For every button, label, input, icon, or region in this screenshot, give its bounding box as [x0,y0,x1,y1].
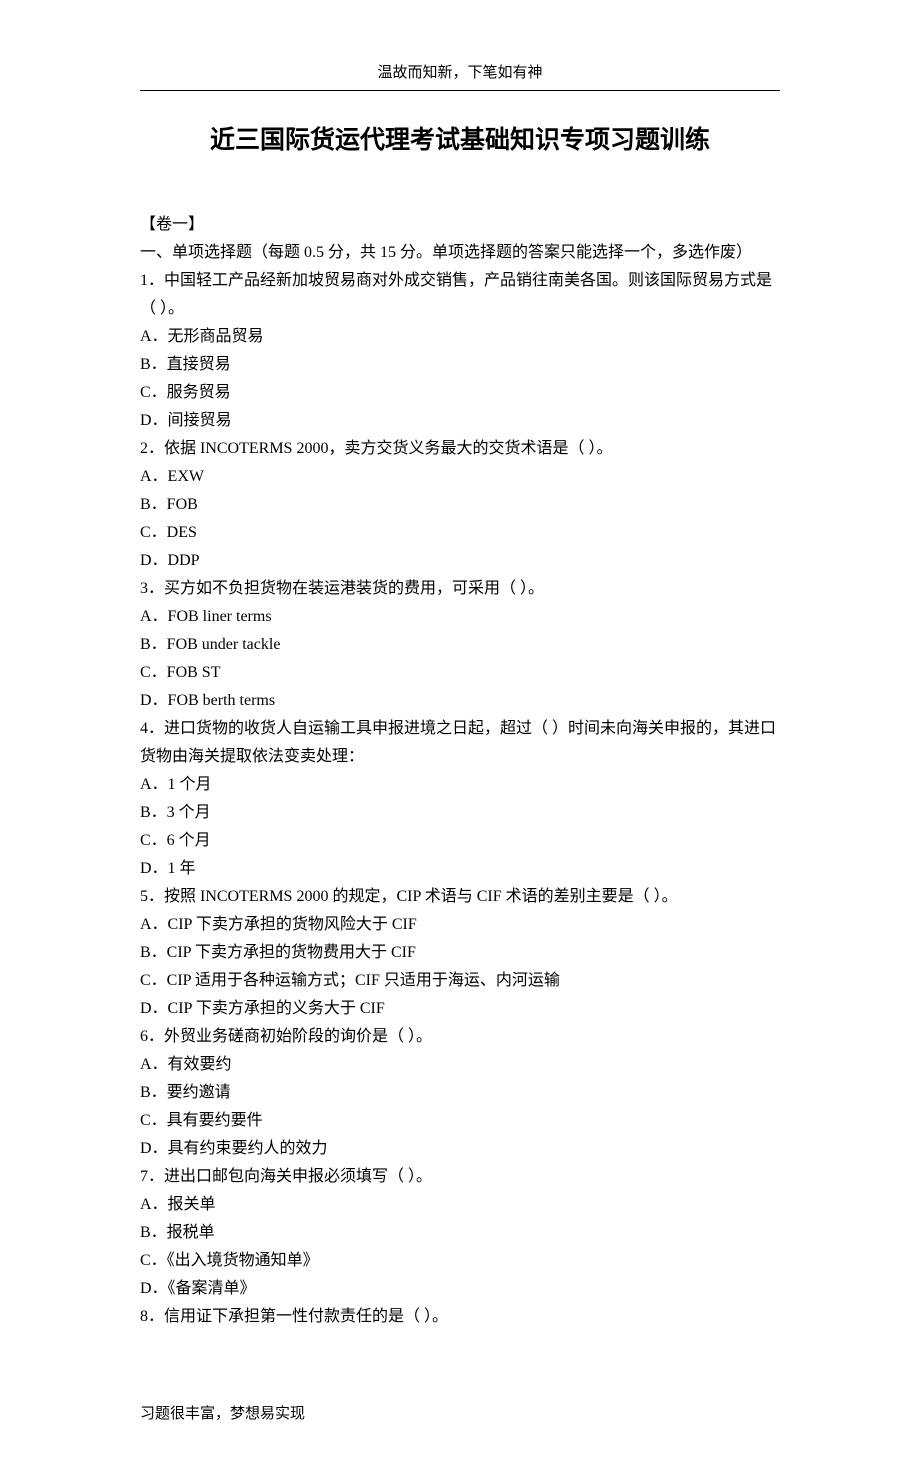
question-stem: 7．进出口邮包向海关申报必须填写（ ）。 [140,1163,780,1191]
question: 2．依据 INCOTERMS 2000，卖方交货义务最大的交货术语是（ ）。 A… [140,435,780,575]
question-option: C．FOB ST [140,659,780,687]
question-option: A．无形商品贸易 [140,323,780,351]
question-option: B．直接贸易 [140,351,780,379]
question-option: A．EXW [140,463,780,491]
question-option: A．CIP 下卖方承担的货物风险大于 CIF [140,911,780,939]
question: 5．按照 INCOTERMS 2000 的规定，CIP 术语与 CIF 术语的差… [140,883,780,1023]
question-option: C．《出入境货物通知单》 [140,1247,780,1275]
question-option: C．6 个月 [140,827,780,855]
document-title: 近三国际货运代理考试基础知识专项习题训练 [140,119,780,163]
question-stem: 3．买方如不负担货物在装运港装货的费用，可采用（ ）。 [140,575,780,603]
question-option: D．FOB berth terms [140,687,780,715]
question-option: C．具有要约要件 [140,1107,780,1135]
question-stem: 8．信用证下承担第一性付款责任的是（ ）。 [140,1303,780,1331]
question-stem: 5．按照 INCOTERMS 2000 的规定，CIP 术语与 CIF 术语的差… [140,883,780,911]
question-option: B．CIP 下卖方承担的货物费用大于 CIF [140,939,780,967]
question-option: A．有效要约 [140,1051,780,1079]
question-option: D．具有约束要约人的效力 [140,1135,780,1163]
question: 1．中国轻工产品经新加坡贸易商对外成交销售，产品销往南美各国。则该国际贸易方式是… [140,267,780,435]
question-stem: 1．中国轻工产品经新加坡贸易商对外成交销售，产品销往南美各国。则该国际贸易方式是… [140,267,780,323]
page-header: 温故而知新，下笔如有神 [140,60,780,86]
question: 7．进出口邮包向海关申报必须填写（ ）。 A．报关单 B．报税单 C．《出入境货… [140,1163,780,1303]
page-footer: 习题很丰富，梦想易实现 [140,1401,780,1427]
question-option: D．1 年 [140,855,780,883]
document-body: 【卷一】 一、单项选择题（每题 0.5 分，共 15 分。单项选择题的答案只能选… [140,211,780,1331]
question-option: A．FOB liner terms [140,603,780,631]
question: 8．信用证下承担第一性付款责任的是（ ）。 [140,1303,780,1331]
question-option: C．DES [140,519,780,547]
question-option: C．CIP 适用于各种运输方式；CIF 只适用于海运、内河运输 [140,967,780,995]
page: 温故而知新，下笔如有神 近三国际货运代理考试基础知识专项习题训练 【卷一】 一、… [70,0,850,1467]
question: 3．买方如不负担货物在装运港装货的费用，可采用（ ）。 A．FOB liner … [140,575,780,715]
question-option: A．1 个月 [140,771,780,799]
question-option: C．服务贸易 [140,379,780,407]
header-rule [140,90,780,91]
question-option: D．《备案清单》 [140,1275,780,1303]
question-option: B．FOB [140,491,780,519]
question-stem: 4．进口货物的收货人自运输工具申报进境之日起，超过（ ）时间未向海关申报的，其进… [140,715,780,771]
question-stem: 2．依据 INCOTERMS 2000，卖方交货义务最大的交货术语是（ ）。 [140,435,780,463]
question: 6．外贸业务磋商初始阶段的询价是（ ）。 A．有效要约 B．要约邀请 C．具有要… [140,1023,780,1163]
section-label: 【卷一】 [140,211,780,239]
question-option: D．CIP 下卖方承担的义务大于 CIF [140,995,780,1023]
question-option: A．报关单 [140,1191,780,1219]
question-option: B．FOB under tackle [140,631,780,659]
section-instructions: 一、单项选择题（每题 0.5 分，共 15 分。单项选择题的答案只能选择一个，多… [140,239,780,267]
question-stem: 6．外贸业务磋商初始阶段的询价是（ ）。 [140,1023,780,1051]
question-option: B．3 个月 [140,799,780,827]
question: 4．进口货物的收货人自运输工具申报进境之日起，超过（ ）时间未向海关申报的，其进… [140,715,780,883]
question-option: B．报税单 [140,1219,780,1247]
question-option: D．DDP [140,547,780,575]
question-option: D．间接贸易 [140,407,780,435]
question-option: B．要约邀请 [140,1079,780,1107]
